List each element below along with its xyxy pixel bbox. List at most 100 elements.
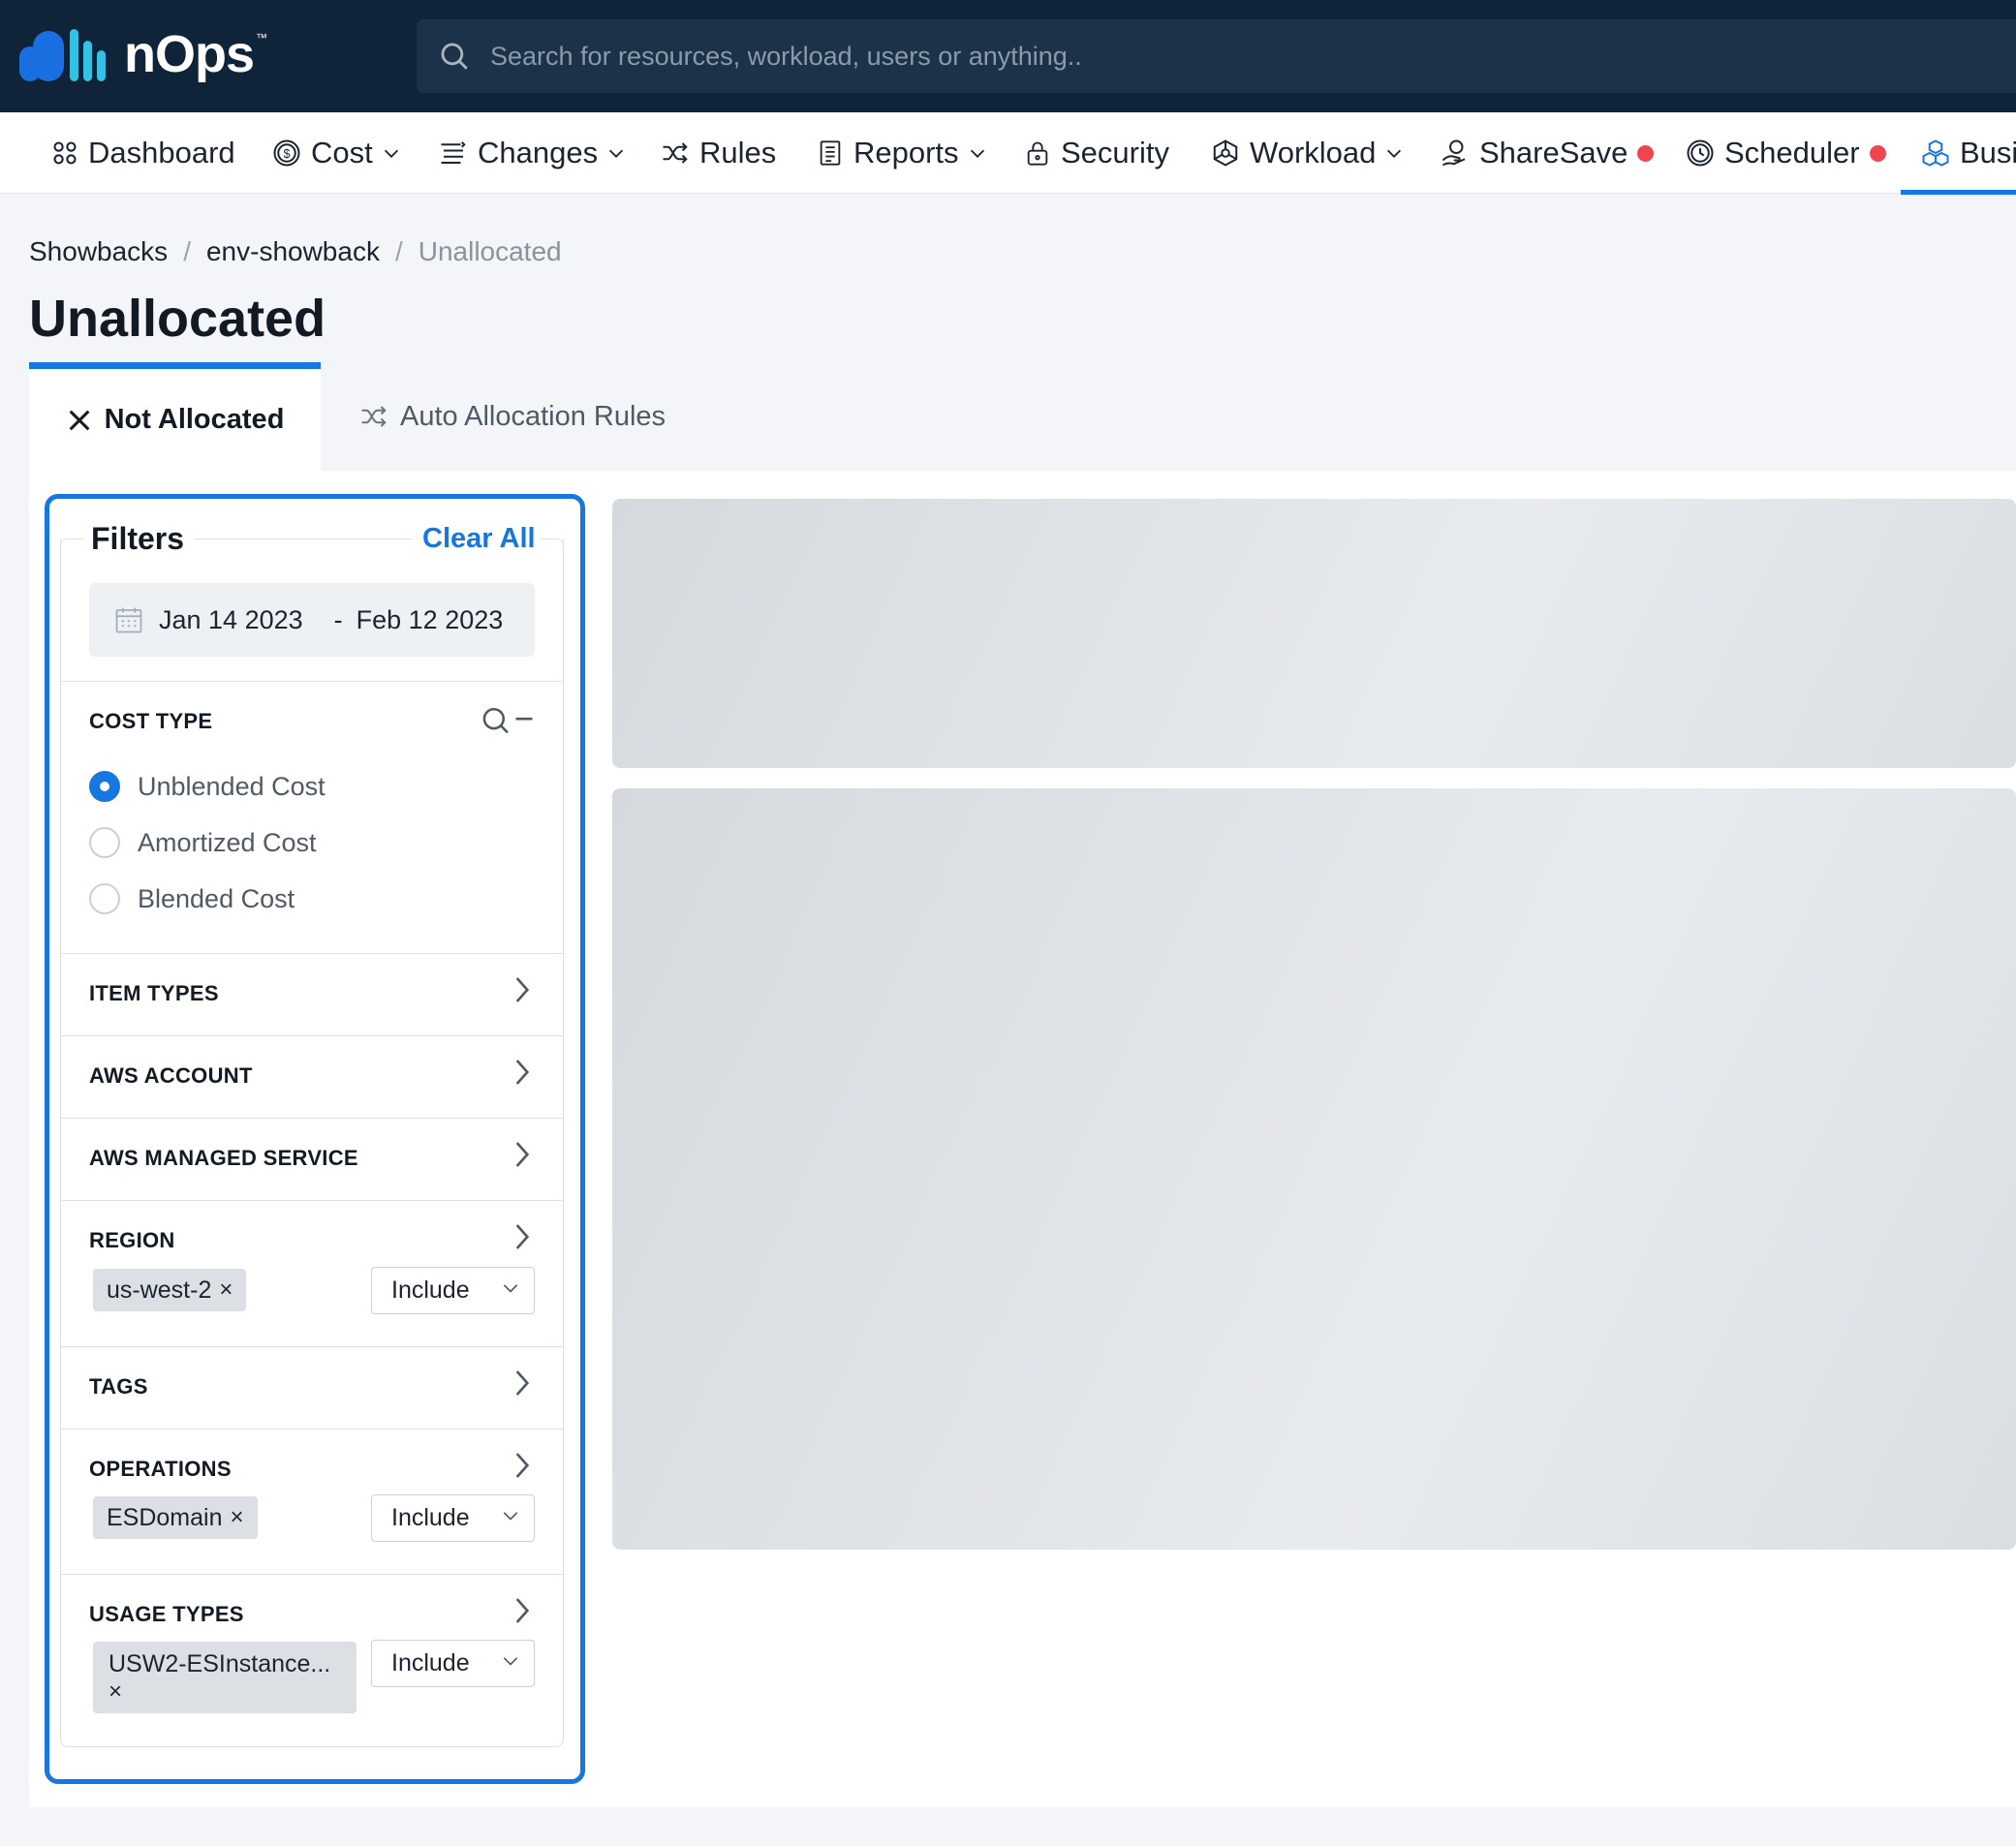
date-separator: - xyxy=(333,604,343,634)
clock-icon xyxy=(1687,139,1714,167)
cost-type-search[interactable] xyxy=(479,705,537,743)
chart-skeleton-loader xyxy=(612,499,2016,768)
breadcrumb-env-showback[interactable]: env-showback xyxy=(206,236,380,267)
nav-workload[interactable]: Workload xyxy=(1211,112,1405,194)
calendar-icon xyxy=(115,607,142,633)
usage-types-chip: USW2-ESInstance... × xyxy=(93,1642,357,1713)
nav-scheduler[interactable]: Scheduler xyxy=(1686,112,1886,194)
shuffle-icon xyxy=(361,406,387,427)
nav-dashboard[interactable]: Dashboard xyxy=(51,112,235,194)
filters-border-line xyxy=(194,538,413,539)
region-label[interactable]: REGION xyxy=(89,1228,175,1253)
chevron-down-icon xyxy=(503,1512,518,1521)
nav-reports[interactable]: Reports xyxy=(817,112,988,194)
chevron-right-icon[interactable] xyxy=(512,1139,533,1170)
chevron-right-icon[interactable] xyxy=(512,974,533,1005)
chevron-right-icon[interactable] xyxy=(512,1450,533,1481)
section-divider xyxy=(61,681,563,682)
operations-label[interactable]: OPERATIONS xyxy=(89,1457,232,1482)
chip-remove-icon[interactable]: × xyxy=(109,1678,122,1706)
chevron-right-icon[interactable] xyxy=(512,1221,533,1252)
hand-coin-icon xyxy=(1442,139,1466,167)
nav-cost[interactable]: $ Cost xyxy=(272,112,402,194)
chevron-right-icon[interactable] xyxy=(512,1368,533,1399)
chevron-down-icon xyxy=(503,1284,518,1293)
svg-text:$: $ xyxy=(284,147,291,161)
global-search[interactable] xyxy=(417,19,2016,93)
region-include-select[interactable]: Include xyxy=(371,1267,535,1314)
item-types-label[interactable]: ITEM TYPES xyxy=(89,981,219,1006)
filters-border-line xyxy=(74,538,83,539)
chevron-right-icon[interactable] xyxy=(512,1595,533,1626)
operations-include-select[interactable]: Include xyxy=(371,1494,535,1542)
breadcrumb-separator: / xyxy=(183,236,191,266)
radio-unchecked-icon[interactable] xyxy=(89,883,120,914)
logo-mark-icon xyxy=(19,29,106,81)
usage-types-label[interactable]: USAGE TYPES xyxy=(89,1602,244,1627)
section-divider xyxy=(61,1429,563,1430)
section-divider xyxy=(61,953,563,954)
nav-rules[interactable]: Rules xyxy=(661,112,776,194)
radio-amortized-cost[interactable]: Amortized Cost xyxy=(89,827,317,858)
filters-border-corner xyxy=(550,538,564,552)
radio-unblended-cost[interactable]: Unblended Cost xyxy=(89,771,326,802)
search-icon xyxy=(441,43,468,70)
logo-text: nOps xyxy=(124,25,255,83)
main-nav: Dashboard $ Cost Changes Rules Reports S… xyxy=(0,112,2016,195)
tab-auto-allocation-rules[interactable]: Auto Allocation Rules xyxy=(321,362,698,471)
nav-workload-label: Workload xyxy=(1250,136,1377,169)
top-bar: nOps ™ xyxy=(0,0,2016,112)
lock-icon xyxy=(1027,141,1048,166)
close-icon xyxy=(69,410,89,430)
breadcrumb-showbacks[interactable]: Showbacks xyxy=(29,236,168,267)
table-skeleton-loader xyxy=(612,788,2016,1550)
aws-managed-service-label[interactable]: AWS MANAGED SERVICE xyxy=(89,1146,358,1171)
chip-remove-icon[interactable]: × xyxy=(219,1277,233,1304)
date-end: Feb 12 2023 xyxy=(356,604,504,634)
nav-rules-label: Rules xyxy=(699,136,777,169)
radio-blended-label: Blended Cost xyxy=(138,883,295,913)
radio-blended-cost[interactable]: Blended Cost xyxy=(89,883,295,914)
radio-unchecked-icon[interactable] xyxy=(89,827,120,858)
chevron-right-icon[interactable] xyxy=(512,1057,533,1088)
sharesave-badge xyxy=(1637,144,1655,162)
tab-auto-allocation-rules-label: Auto Allocation Rules xyxy=(400,400,667,432)
filters-border-line xyxy=(541,538,550,539)
tab-not-allocated[interactable]: Not Allocated xyxy=(29,362,321,471)
operations-chip-label: ESDomain xyxy=(107,1503,223,1531)
breadcrumb-separator: / xyxy=(394,236,403,266)
clear-all-button[interactable]: Clear All xyxy=(422,523,536,555)
shuffle-icon xyxy=(663,142,688,164)
nops-logo[interactable]: nOps ™ xyxy=(19,25,267,83)
date-range-picker[interactable]: Jan 14 2023 - Feb 12 2023 xyxy=(89,583,535,657)
nav-active-indicator xyxy=(1901,190,2016,195)
chevron-down-icon xyxy=(970,149,984,158)
nav-scheduler-label: Scheduler xyxy=(1724,136,1860,169)
filters-title: Filters xyxy=(91,521,185,557)
logo-trademark: ™ xyxy=(256,31,268,45)
section-divider xyxy=(61,1118,563,1119)
nav-security[interactable]: Security xyxy=(1024,112,1169,194)
operations-chip: ESDomain × xyxy=(93,1496,258,1539)
region-chip: us-west-2 × xyxy=(93,1269,247,1311)
radio-amortized-label: Amortized Cost xyxy=(138,827,317,857)
nav-business[interactable]: Busi xyxy=(1921,112,2016,194)
nav-changes[interactable]: Changes xyxy=(439,112,627,194)
cubes-icon xyxy=(1922,139,1949,167)
aws-account-label[interactable]: AWS ACCOUNT xyxy=(89,1063,253,1089)
usage-types-include-value: Include xyxy=(391,1649,470,1677)
usage-types-include-select[interactable]: Include xyxy=(371,1640,535,1687)
cost-type-label: COST TYPE xyxy=(89,709,213,733)
breadcrumb: Showbacks / env-showback / Unallocated xyxy=(29,236,562,267)
grid-icon xyxy=(53,141,77,165)
nav-sharesave[interactable]: ShareSave xyxy=(1441,112,1655,194)
chevron-down-icon xyxy=(503,1657,518,1666)
chip-remove-icon[interactable]: × xyxy=(231,1504,244,1531)
radio-checked-icon[interactable] xyxy=(89,771,120,802)
search-input[interactable] xyxy=(490,41,1846,72)
dollar-circle-icon: $ xyxy=(273,139,300,167)
radio-unblended-label: Unblended Cost xyxy=(138,771,326,801)
date-start: Jan 14 2023 xyxy=(159,604,303,634)
tags-label[interactable]: TAGS xyxy=(89,1374,148,1400)
filters-border-corner xyxy=(60,538,74,552)
